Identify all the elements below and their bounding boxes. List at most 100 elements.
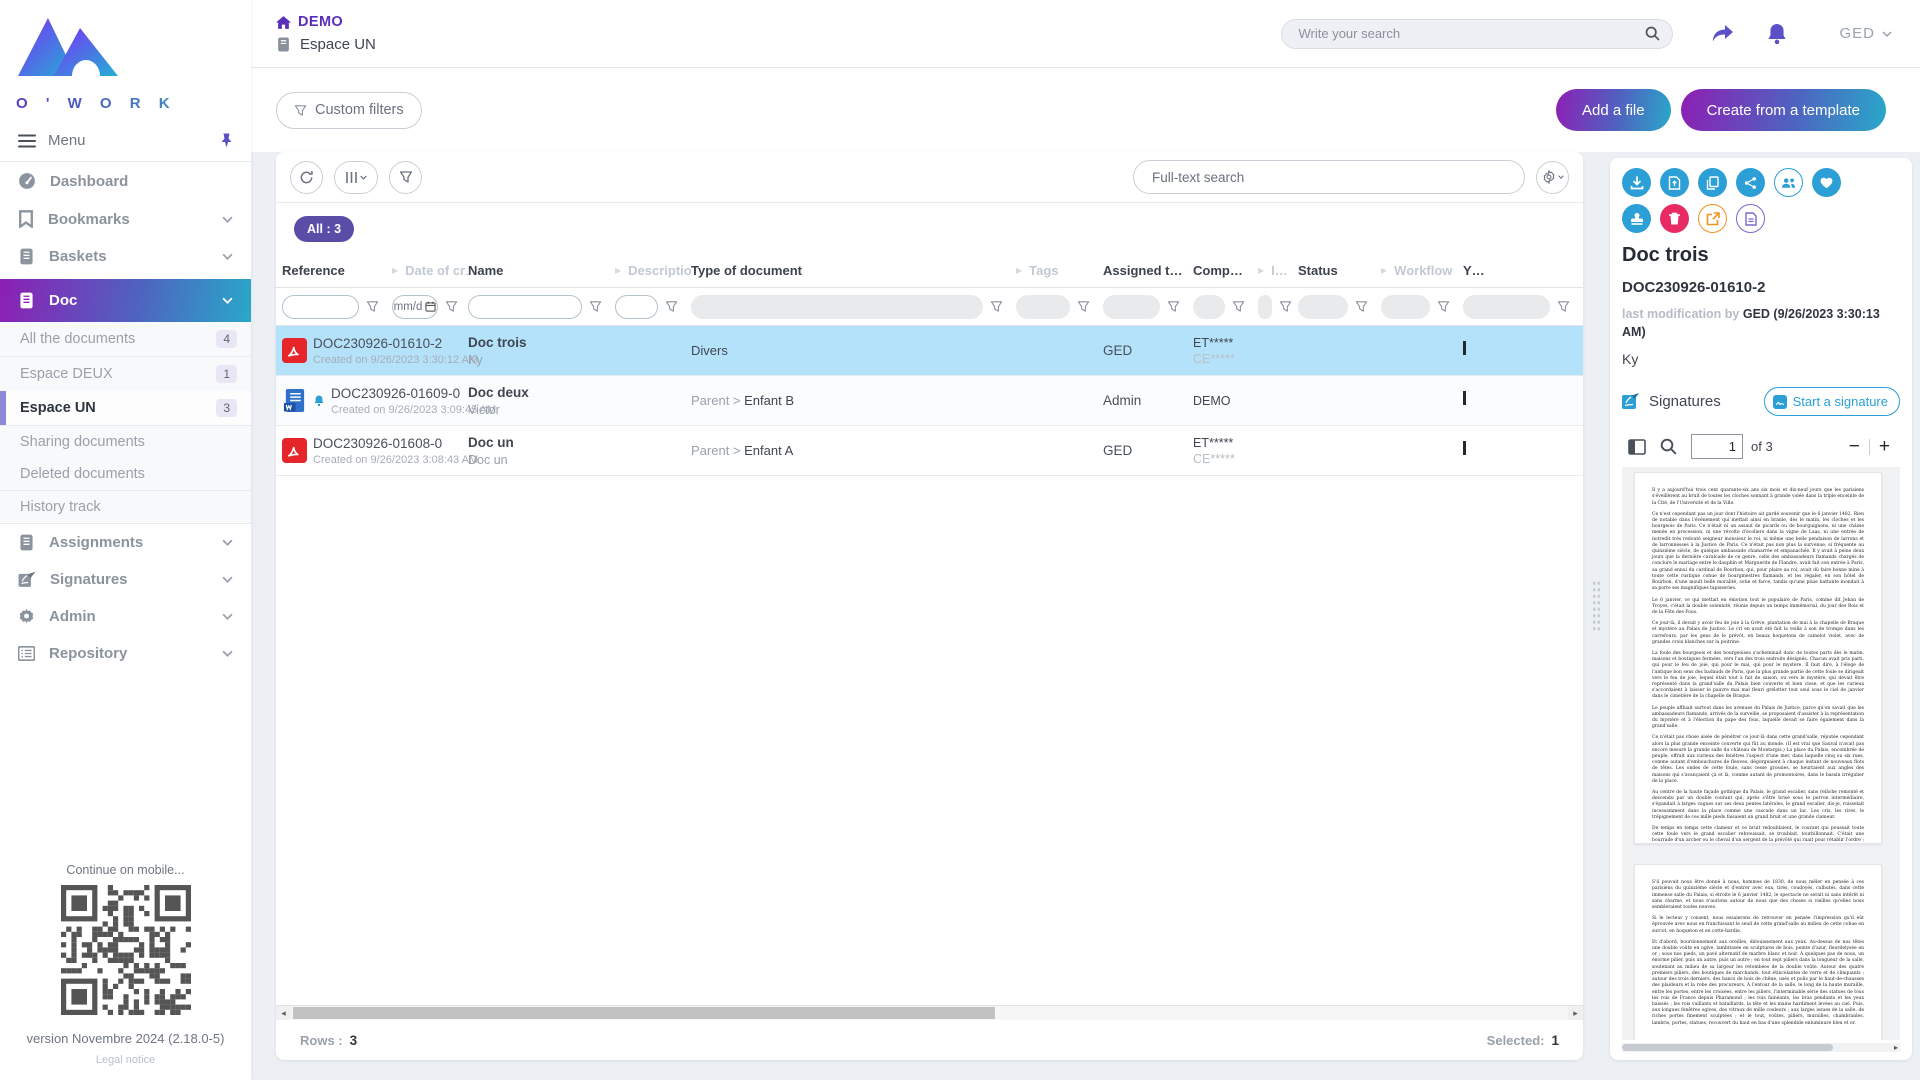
- column-header-i[interactable]: ▶ I…: [1258, 263, 1298, 278]
- breadcrumb-home[interactable]: DEMO: [276, 14, 376, 30]
- sidebar-subitem-espace-deux[interactable]: Espace DEUX 1: [0, 357, 251, 391]
- column-header-comp[interactable]: Comp…: [1193, 263, 1258, 278]
- pdf-scroll-right-arrow[interactable]: ▸: [1894, 1043, 1900, 1052]
- columns-button[interactable]: [334, 161, 378, 194]
- tab-all[interactable]: All : 3: [294, 216, 354, 242]
- filter-funnel-icon[interactable]: [366, 300, 379, 313]
- sidebar-item-repository[interactable]: Repository: [0, 635, 251, 672]
- filter-select-y[interactable]: [1463, 295, 1550, 319]
- column-header-description[interactable]: ▶ Description: [615, 263, 691, 278]
- download-button[interactable]: [1622, 168, 1651, 197]
- sidebar-item-bookmarks[interactable]: Bookmarks: [0, 200, 251, 238]
- sidebar-subitem-sharing-documents[interactable]: Sharing documents: [0, 426, 251, 458]
- sidebar-doc-children: All the documents 4 Espace DEUX 1 Espace…: [0, 322, 251, 524]
- start-signature-button[interactable]: Start a signature: [1764, 387, 1900, 416]
- filter-funnel-icon[interactable]: [1077, 300, 1090, 313]
- sidebar-item-baskets[interactable]: Baskets: [0, 238, 251, 275]
- pdf-search-button[interactable]: [1660, 438, 1677, 455]
- pin-icon[interactable]: [220, 133, 233, 148]
- filter-funnel-icon[interactable]: [1557, 300, 1570, 313]
- column-header-y[interactable]: Y…: [1463, 263, 1583, 278]
- upload-version-button[interactable]: [1660, 168, 1689, 197]
- pdf-horizontal-scrollbar[interactable]: ▸: [1622, 1043, 1900, 1052]
- column-header-status[interactable]: Status: [1298, 263, 1381, 278]
- table-row[interactable]: DOC230926-01608-0 Created on 9/26/2023 3…: [276, 426, 1583, 476]
- column-header-tags[interactable]: ▶ Tags: [1016, 263, 1103, 278]
- filter-funnel-icon[interactable]: [445, 300, 458, 313]
- sidebar-item-assignments[interactable]: Assignments: [0, 524, 251, 561]
- pdf-page-input[interactable]: [1691, 434, 1743, 459]
- sidebar-item-dashboard[interactable]: Dashboard: [0, 162, 251, 200]
- document-properties-button[interactable]: [1736, 204, 1765, 233]
- create-from-template-button[interactable]: Create from a template: [1681, 89, 1886, 131]
- column-header-workflow[interactable]: ▶ Workflow: [1381, 263, 1463, 278]
- share-button[interactable]: [1711, 24, 1735, 44]
- filter-funnel-icon[interactable]: [1437, 300, 1450, 313]
- filter-select-assigned-t[interactable]: [1103, 295, 1160, 319]
- filter-select-type-of-document[interactable]: [691, 295, 983, 319]
- custom-filters-button[interactable]: Custom filters: [276, 92, 422, 129]
- table-filter-button[interactable]: [389, 161, 422, 194]
- column-header-reference[interactable]: Reference: [282, 263, 392, 278]
- pdf-viewer[interactable]: Il y a aujourd'hui trois cent quarante-s…: [1622, 467, 1900, 1040]
- filter-funnel-icon[interactable]: [1279, 300, 1292, 313]
- legal-notice-link[interactable]: Legal notice: [0, 1054, 251, 1066]
- zoom-in-button[interactable]: +: [1879, 437, 1890, 456]
- sidebar-subitem-all-the-documents[interactable]: All the documents 4: [0, 322, 251, 357]
- breadcrumb-space[interactable]: Espace UN: [276, 36, 376, 53]
- filter-funnel-icon[interactable]: [665, 300, 678, 313]
- filter-select-tags[interactable]: [1016, 295, 1070, 319]
- filter-funnel-icon[interactable]: [1167, 300, 1180, 313]
- stamp-button[interactable]: [1622, 204, 1651, 233]
- sidebar-item-admin[interactable]: Admin: [0, 598, 251, 635]
- pdf-sidebar-toggle-button[interactable]: [1628, 439, 1646, 455]
- scrollbar-thumb[interactable]: [293, 1007, 995, 1019]
- table-row[interactable]: DOC230926-01610-2 Created on 9/26/2023 3…: [276, 326, 1583, 376]
- sidebar-item-signatures[interactable]: Signatures: [0, 561, 251, 598]
- global-search-input[interactable]: [1298, 26, 1645, 41]
- add-file-button[interactable]: Add a file: [1556, 89, 1671, 131]
- filter-input-name[interactable]: [468, 295, 582, 319]
- scroll-left-arrow[interactable]: ◂: [276, 1006, 291, 1020]
- filter-funnel-icon[interactable]: [1232, 300, 1245, 313]
- favorite-button[interactable]: [1812, 168, 1841, 197]
- assign-users-button[interactable]: [1774, 168, 1803, 197]
- sidebar-subitem-deleted-documents[interactable]: Deleted documents: [0, 458, 251, 491]
- table-settings-button[interactable]: [1536, 161, 1569, 194]
- pdf-scrollbar-thumb[interactable]: [1622, 1044, 1833, 1051]
- filter-funnel-icon[interactable]: [990, 300, 1003, 313]
- share-document-button[interactable]: [1736, 168, 1765, 197]
- filter-input-description[interactable]: [615, 295, 658, 319]
- scrollbar-track[interactable]: [291, 1006, 1568, 1020]
- filter-funnel-icon[interactable]: [1355, 300, 1368, 313]
- column-header-date-of-cr[interactable]: ▶ Date of cr…: [392, 263, 468, 278]
- filter-input-reference[interactable]: [282, 295, 359, 319]
- sidebar-menu-toggle[interactable]: Menu: [0, 120, 251, 162]
- external-link-button[interactable]: [1698, 204, 1727, 233]
- filter-select-status[interactable]: [1298, 295, 1348, 319]
- column-header-type-of-document[interactable]: Type of document: [691, 263, 1016, 278]
- table-row[interactable]: DOC230926-01609-0 Created on 9/26/2023 3…: [276, 376, 1583, 426]
- scroll-right-arrow[interactable]: ▸: [1568, 1006, 1583, 1020]
- sidebar-item-doc[interactable]: Doc: [0, 279, 251, 322]
- table-horizontal-scrollbar[interactable]: ◂ ▸: [276, 1005, 1583, 1020]
- copy-button[interactable]: [1698, 168, 1727, 197]
- global-search[interactable]: [1281, 19, 1673, 49]
- filter-select-i[interactable]: [1258, 295, 1272, 319]
- sidebar-subitem-espace-un[interactable]: Espace UN 3: [0, 391, 251, 426]
- delete-button[interactable]: [1660, 204, 1689, 233]
- search-icon[interactable]: [1645, 26, 1660, 41]
- filter-select-workflow[interactable]: [1381, 295, 1430, 319]
- column-header-assigned-t[interactable]: Assigned t…: [1103, 263, 1193, 278]
- filter-select-comp[interactable]: [1193, 295, 1225, 319]
- account-menu[interactable]: GED: [1839, 25, 1892, 42]
- sidebar-subitem-history-track[interactable]: History track: [0, 491, 251, 524]
- filter-funnel-icon[interactable]: [589, 300, 602, 313]
- panel-resize-handle[interactable]: [1583, 152, 1610, 1060]
- notifications-button[interactable]: [1767, 23, 1787, 45]
- zoom-out-button[interactable]: −: [1849, 437, 1860, 456]
- fulltext-search-input[interactable]: [1133, 160, 1525, 194]
- column-header-name[interactable]: Name: [468, 263, 615, 278]
- filter-date-date-of-cr[interactable]: mm/d: [392, 295, 438, 319]
- refresh-button[interactable]: [290, 161, 323, 194]
